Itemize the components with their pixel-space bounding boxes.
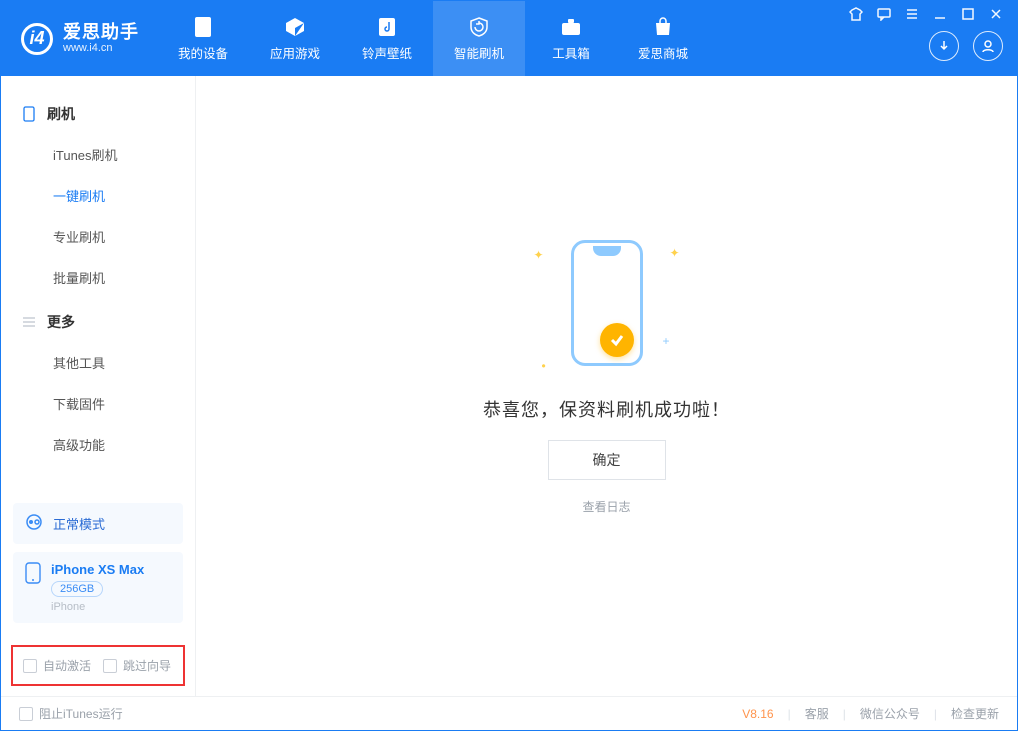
device-capacity: 256GB	[51, 581, 103, 597]
tab-device[interactable]: 我的设备	[157, 1, 249, 76]
list-icon	[21, 314, 37, 330]
close-icon[interactable]	[989, 7, 1003, 21]
tab-toolbox[interactable]: 工具箱	[525, 1, 617, 76]
titlebar: i4 爱思助手 www.i4.cn 我的设备 应用游戏 铃声壁纸 智能刷机 工具…	[1, 1, 1017, 76]
checkbox-label: 阻止iTunes运行	[39, 705, 123, 722]
message-icon[interactable]	[877, 7, 891, 21]
note-icon	[376, 16, 398, 38]
top-tabs: 我的设备 应用游戏 铃声壁纸 智能刷机 工具箱 爱思商城	[157, 1, 709, 76]
phone-icon	[192, 16, 214, 38]
success-panel: ✦✦•+ 恭喜您，保资料刷机成功啦！ 确定 查看日志	[483, 228, 730, 515]
tab-label: 爱思商城	[638, 43, 688, 62]
sidebar-item-oneclick[interactable]: 一键刷机	[1, 175, 195, 216]
group-title: 刷机	[47, 104, 75, 124]
sidebar-item-advanced[interactable]: 高级功能	[1, 424, 195, 465]
sidebar-item-itunes[interactable]: iTunes刷机	[1, 134, 195, 175]
success-message: 恭喜您，保资料刷机成功啦！	[483, 396, 730, 422]
content-pane: ✦✦•+ 恭喜您，保资料刷机成功啦！ 确定 查看日志	[196, 76, 1017, 696]
tab-label: 工具箱	[552, 43, 590, 62]
maximize-icon[interactable]	[961, 7, 975, 21]
tab-ring[interactable]: 铃声壁纸	[341, 1, 433, 76]
version-label: V8.16	[742, 707, 773, 721]
group-title: 更多	[47, 312, 75, 332]
tab-flash[interactable]: 智能刷机	[433, 1, 525, 76]
group-head-flash[interactable]: 刷机	[1, 94, 195, 134]
sidebar-group-more: 更多 其他工具 下载固件 高级功能	[1, 298, 195, 465]
toolbox-icon	[560, 16, 582, 38]
tab-store[interactable]: 爱思商城	[617, 1, 709, 76]
main-area: 刷机 iTunes刷机 一键刷机 专业刷机 批量刷机 更多 其他工具 下载固件 …	[1, 76, 1017, 696]
sidebar: 刷机 iTunes刷机 一键刷机 专业刷机 批量刷机 更多 其他工具 下载固件 …	[1, 76, 196, 696]
sidebar-foot-options: 自动激活 跳过向导	[11, 645, 185, 686]
checkbox-label: 跳过向导	[123, 657, 171, 674]
checkmark-badge-icon	[600, 323, 634, 357]
ok-button[interactable]: 确定	[548, 440, 666, 480]
group-head-more[interactable]: 更多	[1, 302, 195, 342]
tab-apps[interactable]: 应用游戏	[249, 1, 341, 76]
brand-domain: www.i4.cn	[63, 42, 139, 54]
sidebar-group-flash: 刷机 iTunes刷机 一键刷机 专业刷机 批量刷机	[1, 90, 195, 298]
checkbox-auto-activate[interactable]: 自动激活	[23, 657, 91, 674]
sidebar-item-firmware[interactable]: 下载固件	[1, 383, 195, 424]
refresh-shield-icon	[468, 16, 490, 38]
window-controls	[835, 1, 1017, 76]
user-icon[interactable]	[973, 31, 1003, 61]
logo-icon: i4	[21, 23, 53, 55]
status-bar: 阻止iTunes运行 V8.16 | 客服 | 微信公众号 | 检查更新	[1, 696, 1017, 730]
success-illustration: ✦✦•+	[532, 228, 682, 378]
checkbox-skip-guide[interactable]: 跳过向导	[103, 657, 171, 674]
tab-label: 铃声壁纸	[362, 43, 412, 62]
sidebar-item-batch[interactable]: 批量刷机	[1, 257, 195, 298]
sidebar-item-pro[interactable]: 专业刷机	[1, 216, 195, 257]
brand-name: 爱思助手	[63, 23, 139, 43]
device-name: iPhone XS Max	[51, 562, 144, 577]
tab-label: 我的设备	[178, 43, 228, 62]
tab-label: 应用游戏	[270, 43, 320, 62]
download-icon[interactable]	[929, 31, 959, 61]
device-type: iPhone	[51, 601, 144, 613]
tab-label: 智能刷机	[454, 43, 504, 62]
check-update-link[interactable]: 检查更新	[951, 705, 999, 722]
wechat-link[interactable]: 微信公众号	[860, 705, 920, 722]
phone-outline-icon	[21, 106, 37, 122]
view-log-link[interactable]: 查看日志	[582, 498, 630, 515]
menu-icon[interactable]	[905, 7, 919, 21]
mode-label: 正常模式	[53, 514, 105, 533]
shirt-icon[interactable]	[849, 7, 863, 21]
checkbox-block-itunes[interactable]: 阻止iTunes运行	[19, 705, 123, 722]
minimize-icon[interactable]	[933, 7, 947, 21]
mode-icon	[25, 513, 43, 534]
device-card[interactable]: iPhone XS Max 256GB iPhone	[13, 552, 183, 623]
device-icon	[25, 562, 41, 587]
app-logo: i4 爱思助手 www.i4.cn	[1, 1, 157, 76]
support-link[interactable]: 客服	[805, 705, 829, 722]
cube-icon	[284, 16, 306, 38]
checkbox-label: 自动激活	[43, 657, 91, 674]
sidebar-item-other[interactable]: 其他工具	[1, 342, 195, 383]
mode-card[interactable]: 正常模式	[13, 503, 183, 544]
bag-icon	[652, 16, 674, 38]
